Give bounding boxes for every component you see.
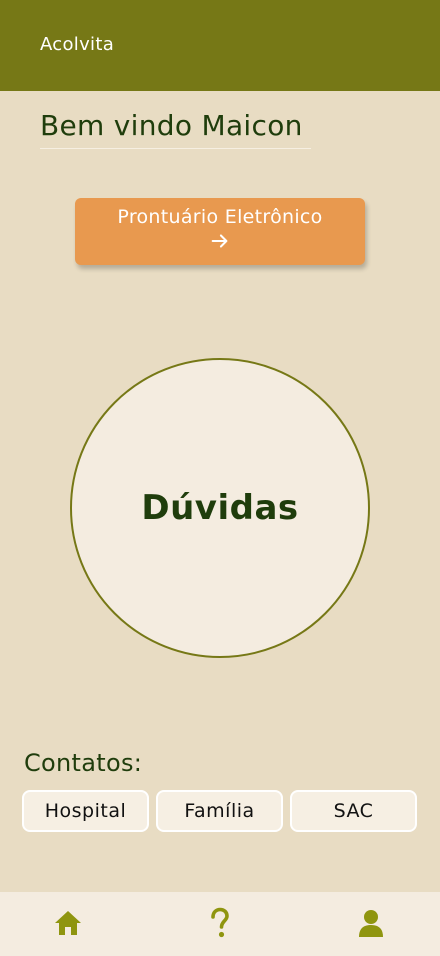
app-header: Acolvita: [0, 0, 440, 91]
bottom-navigation: [0, 892, 440, 956]
electronic-records-button[interactable]: Prontuário Eletrônico: [75, 198, 365, 265]
user-icon[interactable]: [354, 906, 388, 940]
home-icon[interactable]: [51, 906, 85, 940]
doubts-button[interactable]: Dúvidas: [70, 358, 370, 658]
app-title: Acolvita: [40, 34, 115, 55]
welcome-heading: Bem vindo Maicon: [40, 109, 311, 149]
arrow-right-icon: [211, 234, 228, 248]
contact-family-button[interactable]: Família: [156, 790, 283, 832]
contact-hospital-button[interactable]: Hospital: [22, 790, 149, 832]
contact-sac-button[interactable]: SAC: [290, 790, 417, 832]
electronic-records-label: Prontuário Eletrônico: [117, 206, 323, 228]
contacts-title: Contatos:: [24, 749, 143, 777]
question-icon[interactable]: [203, 906, 237, 940]
doubts-label: Dúvidas: [141, 488, 299, 528]
